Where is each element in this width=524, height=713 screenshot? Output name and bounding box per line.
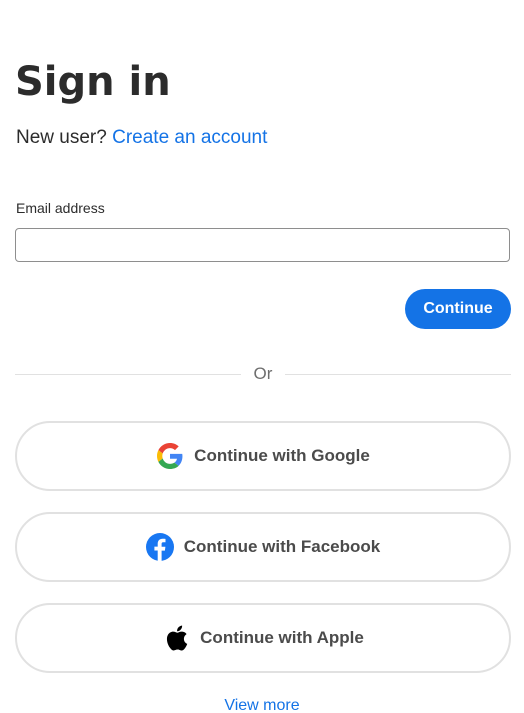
- continue-button[interactable]: Continue: [405, 289, 511, 329]
- email-label: Email address: [16, 200, 105, 216]
- create-account-link[interactable]: Create an account: [112, 127, 267, 148]
- google-button-label: Continue with Google: [194, 446, 370, 465]
- divider-line-right: [285, 374, 511, 375]
- view-more-link[interactable]: View more: [0, 696, 524, 713]
- sign-in-page: Sign in New user? Create an account Emai…: [0, 0, 524, 713]
- continue-with-google-button[interactable]: Continue with Google: [15, 421, 511, 491]
- divider-line-left: [15, 374, 241, 375]
- facebook-icon: [145, 533, 174, 561]
- or-divider: Or: [15, 362, 511, 386]
- page-title: Sign in: [15, 59, 171, 105]
- continue-with-facebook-button[interactable]: Continue with Facebook: [15, 512, 511, 582]
- google-icon: [156, 442, 184, 470]
- continue-with-apple-button[interactable]: Continue with Apple: [15, 603, 511, 673]
- new-user-line: New user? Create an account: [16, 125, 267, 151]
- or-label: Or: [253, 364, 273, 383]
- apple-button-label: Continue with Apple: [200, 628, 364, 647]
- new-user-prompt: New user?: [16, 127, 107, 148]
- apple-icon: [162, 624, 190, 652]
- email-field[interactable]: [15, 228, 510, 262]
- facebook-button-label: Continue with Facebook: [183, 537, 381, 556]
